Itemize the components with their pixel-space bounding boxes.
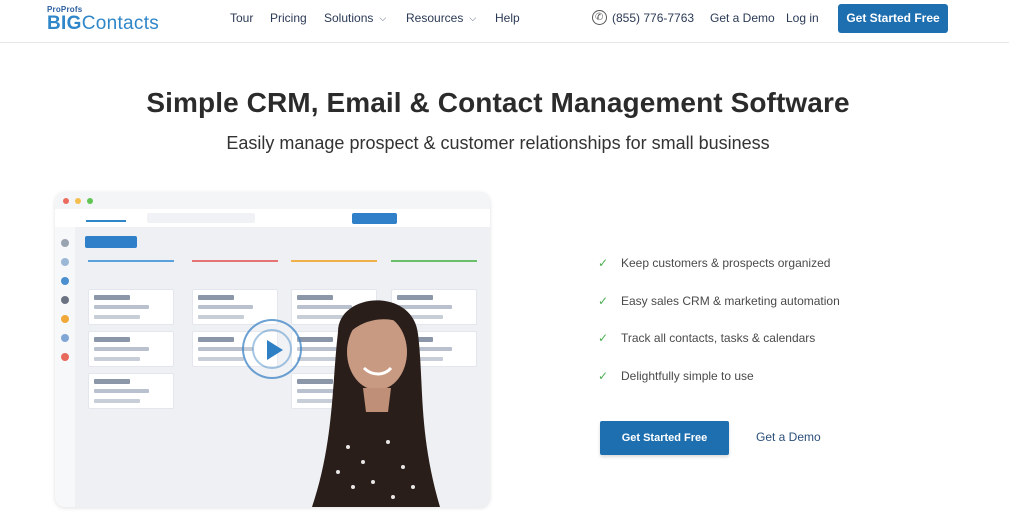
sidebar-dot	[61, 353, 69, 361]
nav-solutions[interactable]: Solutions ⌵	[324, 11, 386, 25]
sidebar-dot	[61, 277, 69, 285]
crm-card	[88, 289, 174, 325]
window-dot	[87, 198, 93, 204]
chevron-down-icon: ⌵	[379, 13, 387, 23]
nav-resources[interactable]: Resources ⌵	[406, 11, 476, 25]
crm-column	[88, 260, 174, 269]
page-subtitle: Easily manage prospect & customer relati…	[226, 133, 770, 153]
crm-card	[88, 373, 174, 409]
sidebar-dot	[61, 334, 69, 342]
window-bar	[55, 192, 490, 209]
video-preview[interactable]	[55, 192, 490, 507]
feature-item: ✓ Keep customers & prospects organized	[598, 256, 831, 270]
play-icon	[267, 340, 283, 360]
nav-get-started-button[interactable]: Get Started Free	[838, 4, 948, 33]
check-icon: ✓	[598, 256, 609, 270]
nav-get-demo[interactable]: Get a Demo	[710, 11, 775, 25]
play-button[interactable]	[242, 319, 302, 379]
logo[interactable]: ProProfs BIGContacts	[47, 5, 193, 35]
presenter-image	[312, 300, 440, 507]
sidebar-dot	[61, 258, 69, 266]
get-started-button[interactable]: Get Started Free	[600, 421, 729, 455]
get-demo-link[interactable]: Get a Demo	[756, 430, 821, 445]
nav-tour[interactable]: Tour	[230, 11, 253, 25]
feature-item: ✓ Easy sales CRM & marketing automation	[598, 294, 840, 308]
check-icon: ✓	[598, 369, 609, 383]
phone-link[interactable]: (855) 776-7763	[592, 10, 694, 26]
crm-header	[55, 209, 490, 227]
sidebar-dot	[61, 239, 69, 247]
window-dot	[75, 198, 81, 204]
crm-search	[147, 213, 255, 223]
crm-add-opportunity	[85, 236, 137, 248]
check-icon: ✓	[598, 331, 609, 345]
chevron-down-icon: ⌵	[469, 13, 477, 23]
crm-add-button	[352, 213, 397, 224]
crm-logo	[86, 213, 126, 222]
crm-column	[291, 260, 377, 269]
crm-sidebar	[55, 227, 75, 507]
check-icon: ✓	[598, 294, 609, 308]
crm-column	[192, 260, 278, 269]
sidebar-dot	[61, 315, 69, 323]
nav-pricing[interactable]: Pricing	[270, 11, 307, 25]
nav-help[interactable]: Help	[495, 11, 520, 25]
phone-icon	[592, 10, 607, 25]
window-dot	[63, 198, 69, 204]
logo-bigcontacts: BIGContacts	[47, 13, 160, 34]
top-navigation: ProProfs BIGContacts Tour Pricing Soluti…	[0, 0, 1009, 43]
nav-login[interactable]: Log in	[786, 11, 819, 25]
crm-card	[88, 331, 174, 367]
sidebar-dot	[61, 296, 69, 304]
feature-item: ✓ Delightfully simple to use	[598, 369, 754, 383]
feature-item: ✓ Track all contacts, tasks & calendars	[598, 331, 816, 345]
page-title: Simple CRM, Email & Contact Management S…	[146, 87, 850, 118]
crm-column	[391, 260, 477, 269]
